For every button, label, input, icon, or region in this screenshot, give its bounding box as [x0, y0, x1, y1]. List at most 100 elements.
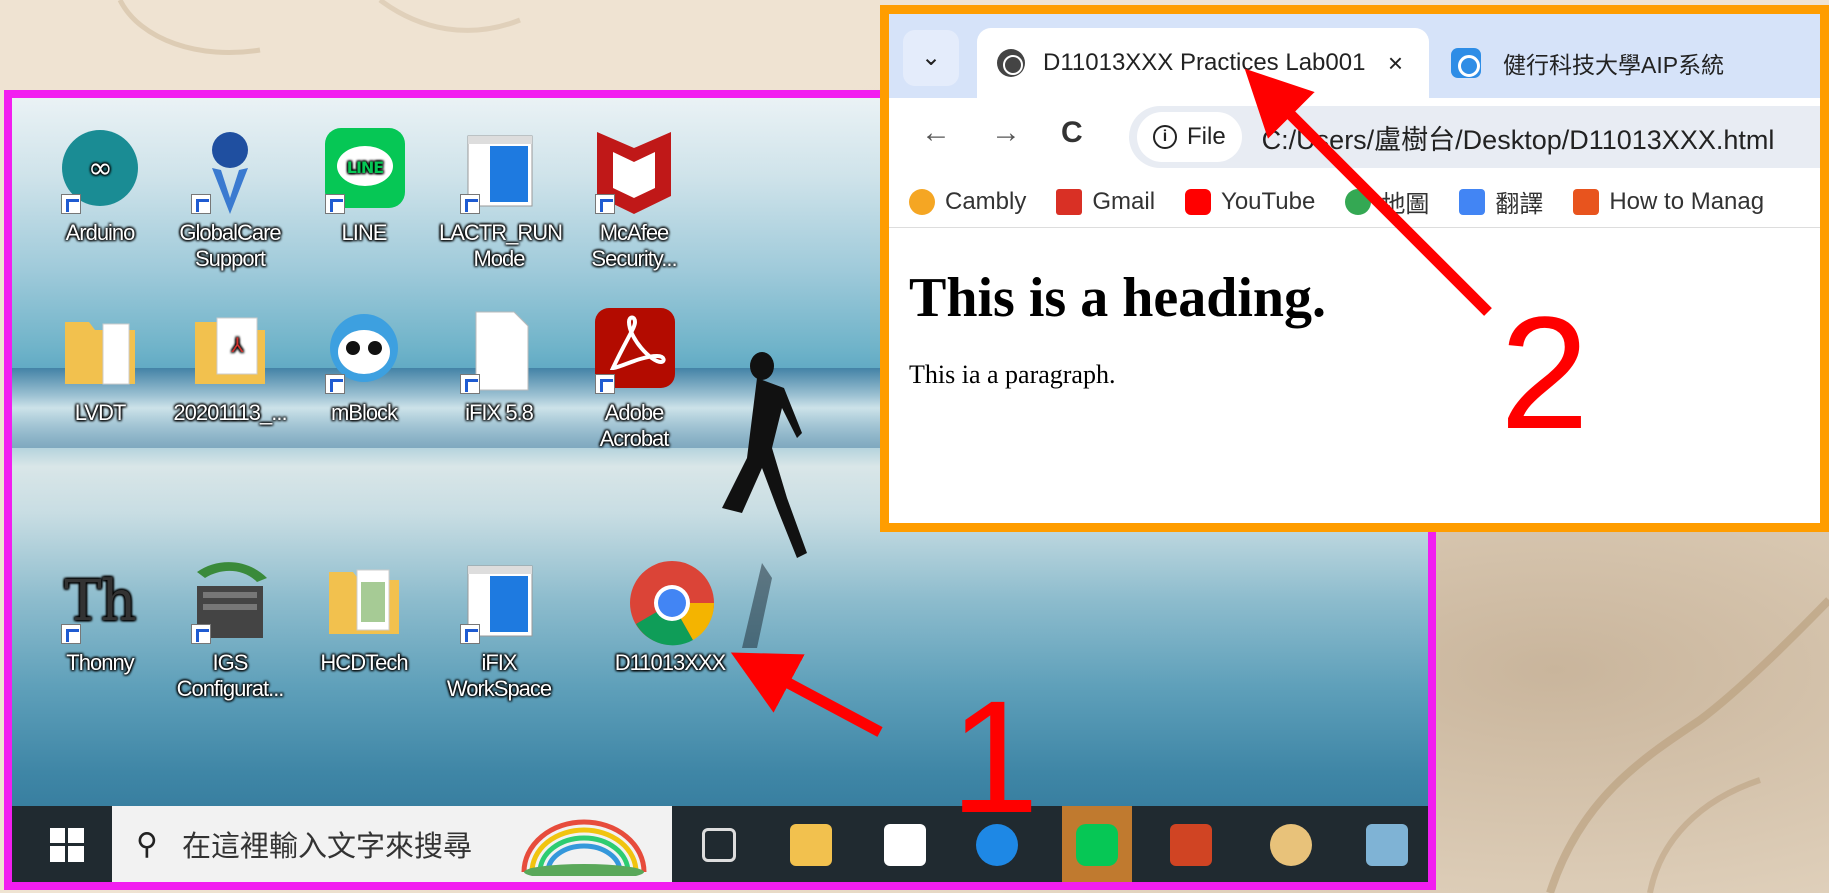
desktop-icon-thonny[interactable]: Th Thonny	[40, 558, 160, 676]
navigation-bar: ← → C i File C:/Users/盧樹台/Desktop/D11013…	[889, 98, 1820, 176]
desktop-icon-label: LINE	[341, 220, 388, 245]
line-icon: LINE	[321, 128, 407, 214]
bookmarks-bar: Cambly Gmail YouTube 地圖 翻譯 How to Manag	[889, 176, 1820, 228]
chevron-down-icon: ⌄	[920, 44, 942, 71]
desktop-icon-label: HCDTech	[320, 650, 408, 675]
bookmark-how-to-manage[interactable]: How to Manag	[1573, 188, 1764, 216]
svg-text:∞: ∞	[88, 151, 112, 186]
desktop-icon-label: Arduino	[65, 220, 136, 245]
tab-title: D11013XXX Practices Lab001	[1043, 49, 1366, 76]
taskbar-search-box[interactable]: ⚲ 在這裡輸入文字來搜尋	[112, 806, 672, 882]
arduino-icon: ∞	[57, 128, 143, 214]
bookmark-translate[interactable]: 翻譯	[1459, 184, 1543, 219]
taskbar-line-active[interactable]	[1062, 806, 1132, 882]
desktop-icon-20201113[interactable]: ⅄ 20201113_...	[170, 308, 290, 426]
window-app-icon	[456, 558, 542, 644]
reload-icon[interactable]: C	[1061, 116, 1083, 150]
back-arrow-icon[interactable]: ←	[921, 116, 951, 150]
desktop-icon-label: iFIX WorkSpace	[446, 650, 552, 701]
bookmark-youtube[interactable]: YouTube	[1185, 188, 1315, 216]
desktop-icon-label: D11013XXX	[614, 650, 726, 675]
desktop-icon-mblock[interactable]: mBlock	[304, 308, 424, 426]
paint-icon[interactable]	[1270, 824, 1312, 866]
gmail-icon	[1056, 188, 1083, 215]
line-icon	[1076, 824, 1118, 866]
desktop-icon-label: Thonny	[66, 650, 134, 675]
shortcut-arrow-icon	[191, 624, 211, 644]
mblock-icon	[321, 308, 407, 394]
bookmark-cambly[interactable]: Cambly	[909, 188, 1026, 216]
desktop-icon-d11013xxx[interactable]: D11013XXX	[610, 558, 730, 676]
shortcut-arrow-icon	[325, 194, 345, 214]
file-explorer-icon[interactable]	[790, 824, 832, 866]
globalcare-icon	[187, 128, 273, 214]
store-icon[interactable]	[884, 824, 926, 866]
desktop-icon-igs[interactable]: IGS Configurat...	[170, 558, 290, 702]
desktop-icon-label: LACTR_RUN Mode	[439, 220, 563, 271]
shortcut-arrow-icon	[61, 624, 81, 644]
tab-strip: ⌄ D11013XXX Practices Lab001 × 健行科技大學AIP…	[889, 14, 1820, 98]
shortcut-arrow-icon	[595, 374, 615, 394]
url-text: C:/Users/盧樹台/Desktop/D11013XXX.html	[1261, 124, 1775, 155]
file-chip-label: File	[1187, 123, 1226, 150]
desktop-icon-ifix58[interactable]: iFIX 5.8	[439, 308, 559, 426]
tab-search-menu-button[interactable]: ⌄	[903, 30, 959, 86]
youtube-icon	[1185, 188, 1212, 215]
taskbar: ⚲ 在這裡輸入文字來搜尋	[12, 806, 1428, 882]
desktop-icon-hcdtech[interactable]: HCDTech	[304, 558, 424, 676]
bookmark-label: YouTube	[1221, 187, 1316, 215]
tab-title: 健行科技大學AIP系統	[1503, 52, 1725, 78]
desktop-icon-lactr-run[interactable]: LACTR_RUN Mode	[439, 128, 563, 272]
cambly-icon	[909, 188, 935, 215]
desktop-icon-label: Adobe Acrobat	[599, 400, 670, 451]
maps-icon	[1345, 188, 1372, 215]
r-logo-icon	[1573, 188, 1600, 215]
folder-icon	[321, 558, 407, 644]
bookmark-gmail[interactable]: Gmail	[1056, 188, 1155, 216]
desktop-icon-label: GlobalCare Support	[179, 220, 281, 271]
shortcut-arrow-icon	[595, 194, 615, 214]
bookmark-maps[interactable]: 地圖	[1345, 184, 1429, 219]
desktop-icon-mcafee[interactable]: McAfee Security...	[574, 128, 694, 272]
acrobat-icon	[591, 308, 677, 394]
desktop-icon-globalcare[interactable]: GlobalCare Support	[170, 128, 290, 272]
shortcut-arrow-icon	[191, 194, 211, 214]
window-app-icon	[456, 128, 542, 214]
powerpoint-icon[interactable]	[1170, 824, 1212, 866]
igs-icon	[187, 558, 273, 644]
taskbar-search-placeholder: 在這裡輸入文字來搜尋	[181, 831, 472, 863]
address-bar[interactable]: i File C:/Users/盧樹台/Desktop/D11013XXX.ht…	[1129, 106, 1820, 168]
close-icon[interactable]: ×	[1388, 48, 1403, 79]
tab-second[interactable]: 健行科技大學AIP系統	[1451, 28, 1724, 98]
desktop-icon-arduino[interactable]: ∞ Arduino	[40, 128, 160, 246]
edge-icon[interactable]	[976, 824, 1018, 866]
site-info-chip[interactable]: i File	[1137, 112, 1242, 162]
folder-icon	[57, 308, 143, 394]
mcafee-icon	[591, 128, 677, 214]
desktop-icon-acrobat[interactable]: Adobe Acrobat	[574, 308, 694, 452]
windows-start-icon[interactable]	[50, 828, 84, 862]
thonny-icon: Th	[57, 558, 143, 644]
bookmark-label: 地圖	[1381, 191, 1430, 218]
task-view-icon[interactable]	[702, 828, 736, 862]
tab-active[interactable]: D11013XXX Practices Lab001 ×	[977, 28, 1429, 98]
desktop-icon-label: 20201113_...	[173, 400, 287, 425]
desktop-icon-lvdt[interactable]: LVDT	[40, 308, 160, 426]
chrome-icon	[627, 558, 715, 646]
search-icon: ⚲	[136, 827, 158, 861]
notepad-icon[interactable]	[1366, 824, 1408, 866]
forward-arrow-icon[interactable]: →	[991, 116, 1021, 150]
desktop-icon-label: LVDT	[74, 400, 127, 425]
bookmark-label: Gmail	[1092, 187, 1156, 215]
desktop-icon-line[interactable]: LINE LINE	[304, 128, 424, 246]
bookmark-label: 翻譯	[1495, 191, 1544, 218]
bookmark-label: How to Manag	[1609, 187, 1765, 215]
desktop-icon-label: IGS Configurat...	[176, 650, 285, 701]
shortcut-arrow-icon	[61, 194, 81, 214]
svg-text:LINE: LINE	[347, 158, 384, 177]
page-content: This is a heading. This ia a paragraph.	[889, 228, 1820, 390]
browser-window: ⌄ D11013XXX Practices Lab001 × 健行科技大學AIP…	[880, 5, 1829, 532]
shortcut-arrow-icon	[460, 374, 480, 394]
aip-favicon-icon	[1451, 48, 1481, 78]
desktop-icon-ifix-workspace[interactable]: iFIX WorkSpace	[439, 558, 559, 702]
